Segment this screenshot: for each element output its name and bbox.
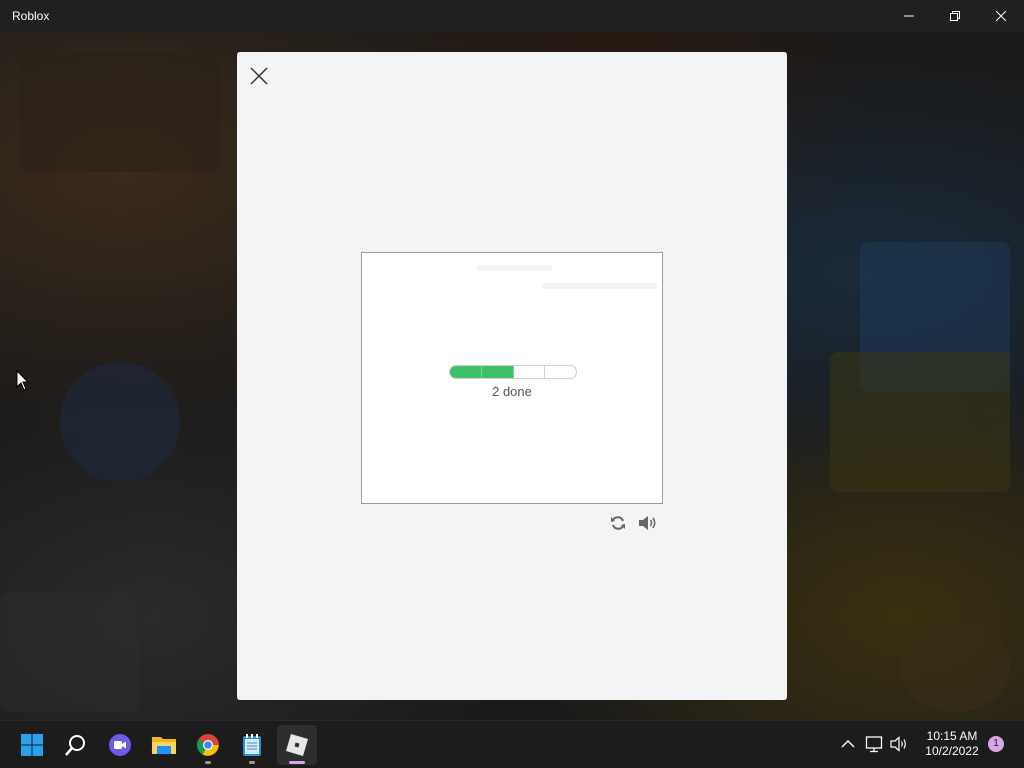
close-window-button[interactable]	[978, 0, 1024, 32]
close-icon	[250, 67, 268, 85]
video-chat-icon	[109, 734, 131, 756]
tray-volume-button[interactable]	[890, 734, 910, 754]
window-titlebar: Roblox	[0, 0, 1024, 32]
minimize-button[interactable]	[886, 0, 932, 32]
active-indicator	[289, 761, 305, 764]
modal-close-button[interactable]	[247, 64, 271, 88]
notification-badge[interactable]: 1	[988, 736, 1004, 752]
progress-segment-done	[450, 366, 482, 378]
audio-challenge-button[interactable]	[637, 513, 659, 533]
running-indicator	[205, 761, 211, 764]
challenge-frame: 2 done	[361, 252, 663, 504]
notepad-icon	[243, 734, 261, 756]
progress-segment-pending	[545, 366, 576, 378]
taskbar-start-button[interactable]	[12, 725, 52, 765]
file-explorer-icon	[152, 737, 176, 754]
volume-icon	[890, 736, 906, 752]
taskbar-chrome[interactable]	[188, 725, 228, 765]
start-icon	[21, 734, 43, 756]
clock-date: 10/2/2022	[925, 744, 979, 758]
progress-text: 2 done	[492, 384, 532, 399]
verification-modal: 2 done	[237, 52, 787, 700]
network-icon	[865, 736, 883, 753]
faint-header-line	[477, 265, 552, 271]
clock-time: 10:15 AM	[926, 729, 978, 743]
taskbar-file-explorer[interactable]	[144, 725, 184, 765]
close-icon	[996, 11, 1006, 21]
reload-icon	[611, 516, 625, 530]
taskbar-chat-button[interactable]	[100, 725, 140, 765]
chrome-icon	[197, 734, 219, 756]
taskbar-notepad[interactable]	[232, 725, 272, 765]
roblox-icon	[286, 734, 308, 756]
tray-overflow-button[interactable]	[838, 734, 858, 754]
taskbar-clock[interactable]: 10:15 AM 10/2/2022	[918, 729, 986, 759]
restore-button[interactable]	[932, 0, 978, 32]
restore-icon	[950, 11, 960, 21]
speaker-icon	[639, 516, 656, 530]
progress-segment-done	[481, 366, 514, 378]
faint-subheader-line	[542, 283, 657, 289]
running-indicator	[249, 761, 255, 764]
window-title: Roblox	[12, 9, 50, 23]
taskbar-search-button[interactable]	[56, 725, 96, 765]
chevron-up-icon	[841, 740, 855, 748]
progress-segment-pending	[514, 366, 546, 378]
taskbar-roblox[interactable]	[277, 725, 317, 765]
tray-network-button[interactable]	[865, 734, 885, 754]
progress-bar	[449, 365, 577, 379]
minimize-icon	[904, 15, 914, 17]
search-icon	[65, 735, 85, 756]
mouse-cursor-icon	[16, 370, 30, 391]
reload-button[interactable]	[608, 513, 628, 533]
